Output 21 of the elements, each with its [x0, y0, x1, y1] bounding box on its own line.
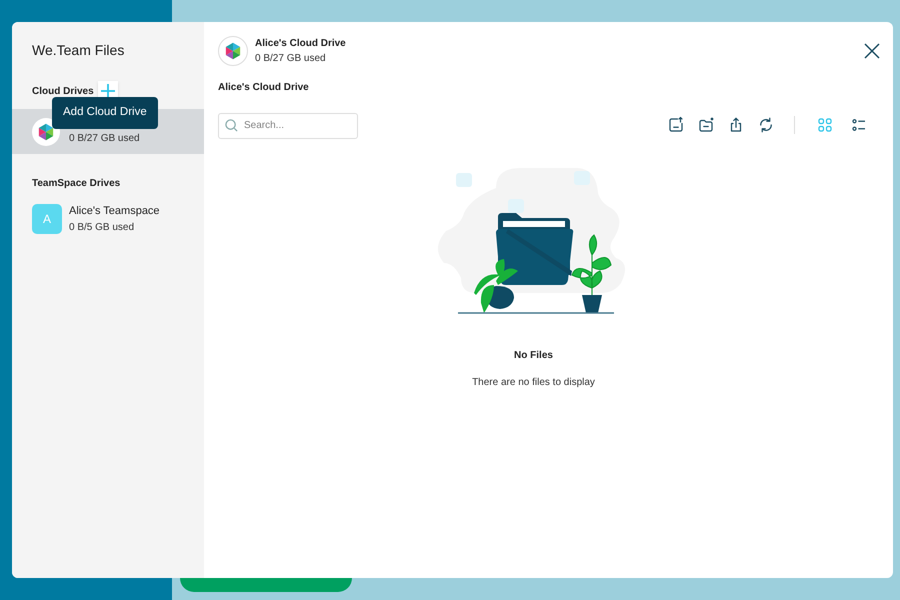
add-cloud-drive-tooltip: Add Cloud Drive	[52, 97, 158, 129]
hexagon-logo-icon	[37, 122, 55, 140]
drive-usage: 0 B/5 GB used	[69, 220, 136, 234]
search-icon	[225, 119, 238, 132]
close-button[interactable]	[863, 42, 881, 60]
drive-title: Alice's Cloud Drive	[255, 37, 346, 51]
section-heading: Cloud Drives	[32, 84, 94, 98]
empty-message: There are no files to display	[472, 376, 595, 390]
breadcrumb: Alice's Cloud Drive	[218, 81, 309, 95]
hexagon-logo-icon	[224, 42, 242, 60]
grid-icon	[816, 116, 834, 134]
search-field[interactable]: Search...	[218, 112, 358, 138]
drive-usage: 0 B/27 GB used	[69, 132, 140, 146]
empty-title: No Files	[514, 349, 553, 363]
list-icon	[850, 116, 868, 134]
section-heading: TeamSpace Drives	[32, 177, 120, 191]
drive-avatar: A	[32, 204, 62, 234]
drive-item[interactable]: A Alice's Teamspace 0 B/5 GB used	[12, 199, 204, 238]
drive-name: Alice's Teamspace	[69, 204, 160, 219]
dialog-title: We.Team Files	[32, 41, 124, 60]
drive-usage: 0 B/27 GB used	[255, 52, 327, 66]
